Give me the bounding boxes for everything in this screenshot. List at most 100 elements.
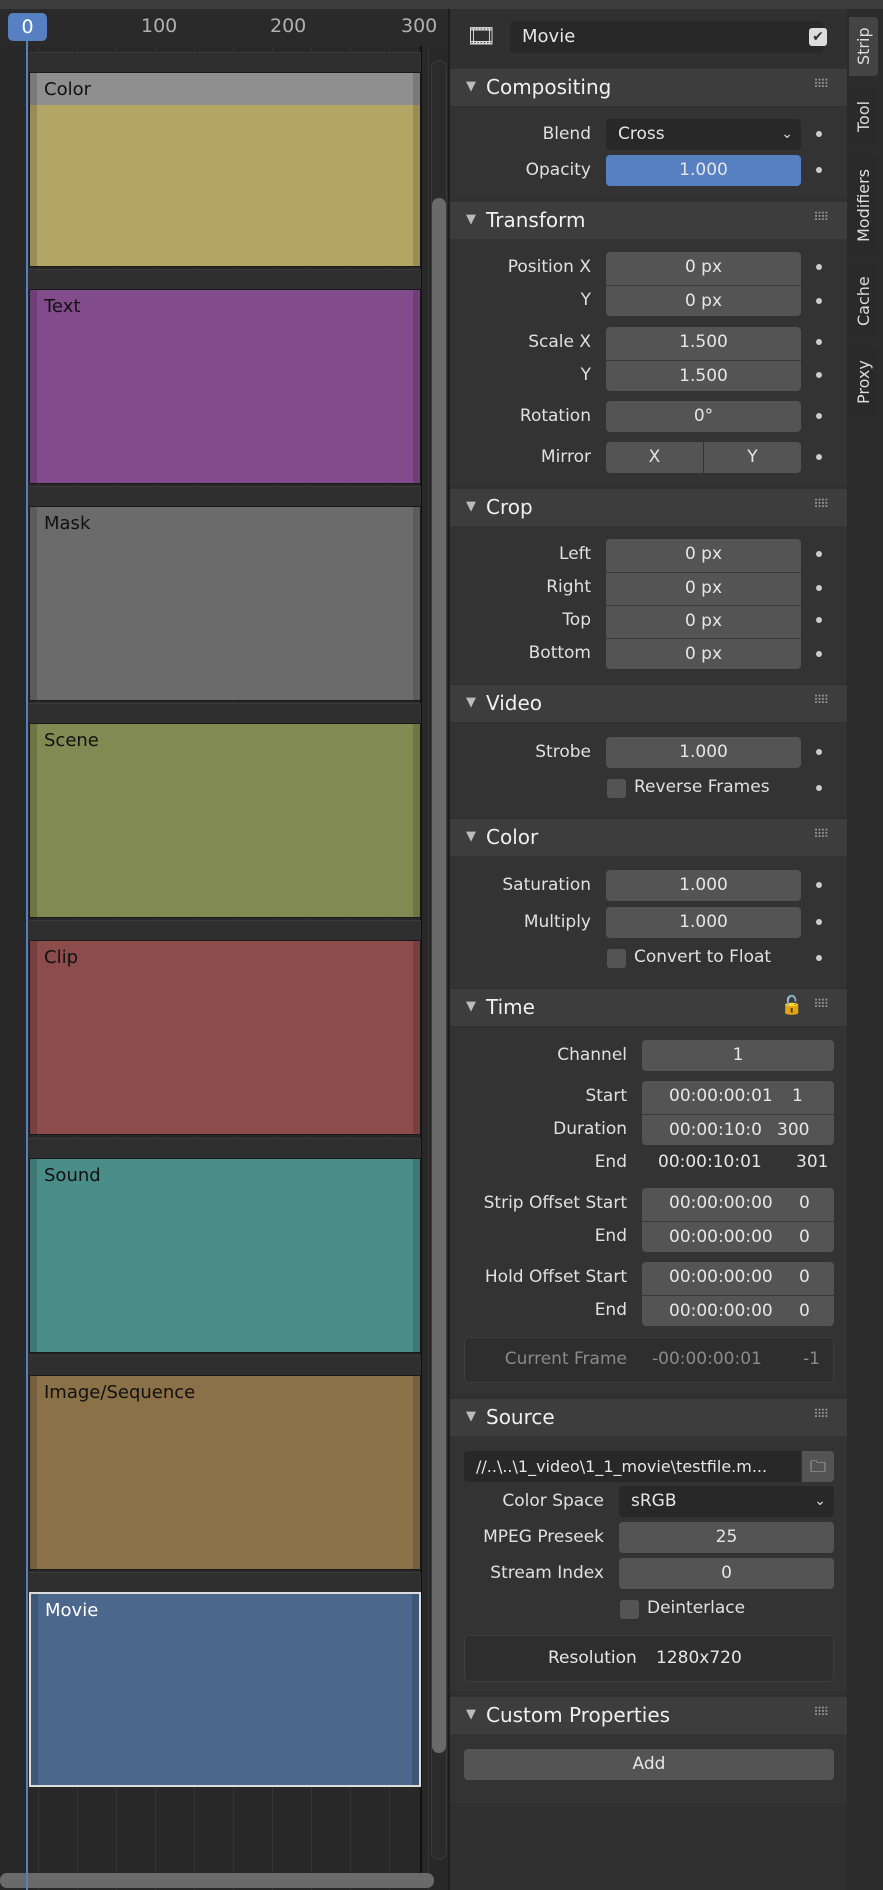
position-x-field[interactable]: 0 px — [606, 252, 801, 285]
opacity-slider[interactable]: 1.000 — [606, 155, 801, 186]
strip-enabled-checkbox[interactable]: ✔ — [809, 28, 827, 46]
playhead-frame[interactable]: 0 — [8, 13, 47, 41]
deinterlace-checkbox[interactable] — [620, 1600, 639, 1619]
keyframe-dot-icon[interactable] — [816, 785, 822, 791]
keyframe-dot-icon[interactable] — [816, 298, 822, 304]
unlock-icon[interactable]: 🔓 — [781, 995, 803, 1016]
strobe-field[interactable]: 1.000 — [606, 737, 801, 768]
drag-handle-icon[interactable]: ⠿⠿ — [813, 210, 829, 224]
strip-scene[interactable]: Scene — [29, 723, 421, 918]
keyframe-dot-icon[interactable] — [816, 617, 822, 623]
hold-offset-end-field[interactable]: 00:00:00:00 0 — [642, 1295, 834, 1326]
strip-right-handle[interactable] — [413, 507, 420, 700]
time-header[interactable]: ▼ Time 🔓 ⠿⠿ — [450, 989, 847, 1026]
saturation-field[interactable]: 1.000 — [606, 870, 801, 901]
strip-left-handle[interactable] — [30, 941, 37, 1134]
strip-text[interactable]: Text — [29, 289, 421, 484]
tab-cache[interactable]: Cache — [849, 265, 878, 337]
strip-left-handle[interactable] — [30, 507, 37, 700]
strip-color[interactable]: Color — [29, 72, 421, 267]
drag-handle-icon[interactable]: ⠿⠿ — [813, 1407, 829, 1421]
multiply-field[interactable]: 1.000 — [606, 907, 801, 938]
playhead-line[interactable] — [26, 41, 28, 1890]
strip-left-handle[interactable] — [30, 73, 37, 266]
scale-x-field[interactable]: 1.500 — [606, 327, 801, 360]
keyframe-dot-icon[interactable] — [816, 749, 822, 755]
crop-left-field[interactable]: 0 px — [606, 539, 801, 572]
tab-strip[interactable]: Strip — [849, 17, 878, 76]
rotation-field[interactable]: 0° — [606, 401, 801, 432]
start-field[interactable]: 00:00:00:01 1 — [642, 1081, 834, 1114]
strip-clip[interactable]: Clip — [29, 940, 421, 1135]
strip-right-handle[interactable] — [412, 1594, 419, 1785]
add-property-button[interactable]: Add — [464, 1749, 834, 1780]
keyframe-dot-icon[interactable] — [816, 955, 822, 961]
strip-right-handle[interactable] — [413, 290, 420, 483]
drag-handle-icon[interactable]: ⠿⠿ — [813, 827, 829, 841]
hold-offset-start-field[interactable]: 00:00:00:00 0 — [642, 1262, 834, 1295]
drag-handle-icon[interactable]: ⠿⠿ — [813, 693, 829, 707]
keyframe-dot-icon[interactable] — [816, 651, 822, 657]
scale-y-field[interactable]: 1.500 — [606, 360, 801, 391]
drag-handle-icon[interactable]: ⠿⠿ — [813, 77, 829, 91]
strip-sound[interactable]: Sound — [29, 1158, 421, 1353]
strip-right-handle[interactable] — [413, 1159, 420, 1352]
file-path-input[interactable]: //..\..\1_video\1_1_movie\testfile.m... — [464, 1451, 801, 1482]
keyframe-dot-icon[interactable] — [816, 339, 822, 345]
strip-right-handle[interactable] — [413, 1376, 420, 1569]
horizontal-scrollbar[interactable] — [0, 1873, 434, 1888]
strip-left-handle[interactable] — [30, 1159, 37, 1352]
strip-left-handle[interactable] — [30, 724, 37, 917]
color-header[interactable]: ▼ Color ⠿⠿ — [450, 819, 847, 856]
keyframe-dot-icon[interactable] — [816, 551, 822, 557]
custom-properties-header[interactable]: ▼ Custom Properties ⠿⠿ — [450, 1697, 847, 1734]
tab-proxy[interactable]: Proxy — [849, 349, 878, 416]
strip-right-handle[interactable] — [413, 941, 420, 1134]
keyframe-dot-icon[interactable] — [816, 585, 822, 591]
vertical-scrollbar-thumb[interactable] — [432, 198, 446, 1753]
source-header[interactable]: ▼ Source ⠿⠿ — [450, 1399, 847, 1436]
drag-handle-icon[interactable]: ⠿⠿ — [813, 1705, 829, 1719]
tab-modifiers[interactable]: Modifiers — [849, 157, 878, 253]
convert-float-checkbox[interactable] — [607, 949, 626, 968]
strip-left-handle[interactable] — [30, 290, 37, 483]
frame-ruler[interactable] — [0, 9, 448, 46]
strip-right-handle[interactable] — [413, 724, 420, 917]
crop-right-field[interactable]: 0 px — [606, 572, 801, 605]
reverse-frames-checkbox[interactable] — [607, 779, 626, 798]
keyframe-dot-icon[interactable] — [816, 413, 822, 419]
strip-left-handle[interactable] — [30, 1376, 37, 1569]
keyframe-dot-icon[interactable] — [816, 882, 822, 888]
video-header[interactable]: ▼ Video ⠿⠿ — [450, 685, 847, 722]
duration-field[interactable]: 00:00:10:0 300 — [642, 1114, 834, 1145]
mpeg-preseek-field[interactable]: 25 — [619, 1522, 834, 1553]
crop-top-field[interactable]: 0 px — [606, 605, 801, 638]
strip-right-handle[interactable] — [413, 73, 420, 266]
mirror-y-toggle[interactable]: Y — [704, 442, 801, 473]
folder-icon[interactable]: 🗀 — [802, 1451, 834, 1482]
drag-handle-icon[interactable]: ⠿⠿ — [813, 497, 829, 511]
position-y-field[interactable]: 0 px — [606, 285, 801, 316]
transform-header[interactable]: ▼ Transform ⠿⠿ — [450, 202, 847, 239]
keyframe-dot-icon[interactable] — [816, 919, 822, 925]
strip-image-sequence[interactable]: Image/Sequence — [29, 1375, 421, 1570]
drag-handle-icon[interactable]: ⠿⠿ — [813, 997, 829, 1011]
stream-index-field[interactable]: 0 — [619, 1558, 834, 1589]
strip-mask[interactable]: Mask — [29, 506, 421, 701]
crop-header[interactable]: ▼ Crop ⠿⠿ — [450, 489, 847, 526]
tab-tool[interactable]: Tool — [849, 88, 878, 145]
strip-offset-start-field[interactable]: 00:00:00:00 0 — [642, 1188, 834, 1221]
mirror-x-toggle[interactable]: X — [606, 442, 703, 473]
strip-name-input[interactable]: Movie — [510, 21, 823, 53]
keyframe-dot-icon[interactable] — [816, 454, 822, 460]
blend-dropdown[interactable]: Cross ⌄ — [606, 119, 801, 150]
strip-left-handle[interactable] — [31, 1594, 38, 1785]
keyframe-dot-icon[interactable] — [816, 131, 822, 137]
strip-movie[interactable]: Movie — [29, 1592, 421, 1787]
color-space-dropdown[interactable]: sRGB ⌄ — [619, 1486, 834, 1517]
keyframe-dot-icon[interactable] — [816, 264, 822, 270]
strip-offset-end-field[interactable]: 00:00:00:00 0 — [642, 1221, 834, 1252]
keyframe-dot-icon[interactable] — [816, 372, 822, 378]
compositing-header[interactable]: ▼ Compositing ⠿⠿ — [450, 69, 847, 106]
keyframe-dot-icon[interactable] — [816, 167, 822, 173]
